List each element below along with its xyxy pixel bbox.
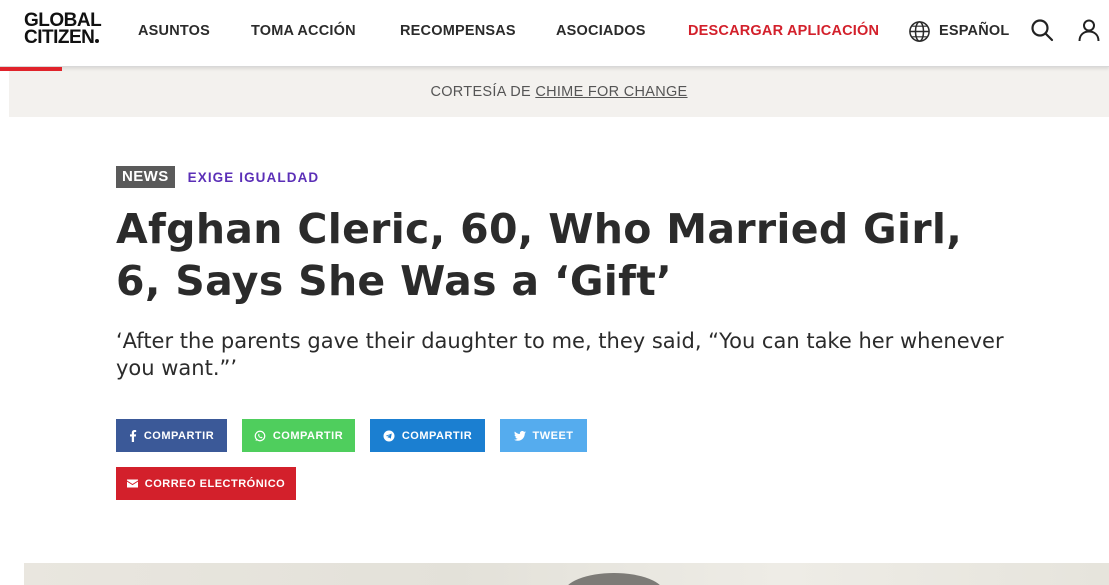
whatsapp-icon [254,430,266,441]
twitter-share-label: TWEET [532,429,574,442]
envelope-icon [126,479,138,488]
facebook-share-button[interactable]: COMPARTIR [116,419,227,452]
logo-line-2: CITIZEN [24,27,120,48]
facebook-icon [129,429,137,442]
hero-image [24,563,1109,585]
site-header: GLOBAL CITIZEN ASUNTOS TOMA ACCIÓN RECOM… [0,0,1109,67]
article-tags: NEWS EXIGE IGUALDAD [116,166,319,188]
search-button[interactable] [1030,18,1056,44]
courtesy-banner: CORTESÍA DE CHIME FOR CHANGE [9,67,1109,117]
language-label: ESPAÑOL [939,23,1010,39]
whatsapp-share-label: COMPARTIR [272,429,344,442]
whatsapp-share-button[interactable]: COMPARTIR [242,419,355,452]
article-title: Afghan Cleric, 60, Who Married Girl, 6, … [116,205,963,305]
courtesy-prefix: CORTESÍA DE [430,84,531,100]
header-accent-bar [0,67,62,71]
user-icon [1078,19,1100,42]
globe-icon [909,20,930,42]
logo-line-2-text: CITIZEN [24,27,95,48]
language-selector[interactable]: ESPAÑOL [908,19,1009,43]
twitter-share-button[interactable]: TWEET [500,419,587,452]
global-citizen-logo[interactable]: GLOBAL CITIZEN [24,11,120,48]
twitter-icon [513,430,526,441]
nav-asuntos[interactable]: ASUNTOS [138,22,210,40]
logo-dot [95,39,100,43]
news-badge: NEWS [116,166,175,188]
telegram-share-button[interactable]: COMPARTIR [370,419,485,452]
article-subtitle: ‘After the parents gave their daughter t… [116,329,1004,380]
category-link[interactable]: EXIGE IGUALDAD [188,170,320,185]
email-share-label: CORREO ELECTRÓNICO [144,477,286,490]
hero-image-subject [564,573,664,585]
telegram-share-label: COMPARTIR [401,429,473,442]
nav-descargar-aplicacion[interactable]: DESCARGAR APLICACIÓN [688,22,879,40]
search-icon [1031,19,1054,42]
facebook-share-label: COMPARTIR [143,429,215,442]
courtesy-link[interactable]: CHIME FOR CHANGE [535,84,687,100]
email-share-button[interactable]: CORREO ELECTRÓNICO [116,467,296,500]
nav-recompensas[interactable]: RECOMPENSAS [400,22,516,40]
account-button[interactable] [1077,18,1103,44]
telegram-icon [383,430,395,441]
nav-toma-accion[interactable]: TOMA ACCIÓN [251,22,356,40]
nav-asociados[interactable]: ASOCIADOS [556,22,646,40]
